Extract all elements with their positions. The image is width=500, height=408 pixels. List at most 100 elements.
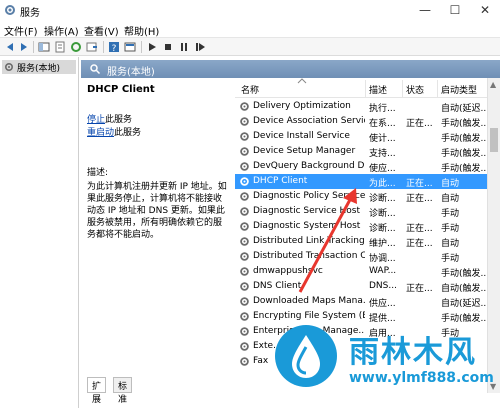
tree-item-services-local[interactable]: 服务(本地) (2, 60, 76, 74)
service-gear-icon (240, 312, 249, 321)
service-name: Encrypting File System (E... (253, 311, 365, 321)
service-gear-icon (240, 357, 249, 366)
service-description: 维护... (369, 239, 396, 249)
forward-icon[interactable] (17, 40, 31, 54)
service-startup-type: 手动(触发... (441, 134, 489, 144)
restart-service-suffix: 此服务 (114, 128, 142, 138)
maximize-button[interactable]: ☐ (440, 0, 470, 20)
service-name-heading: DHCP Client (87, 84, 155, 95)
service-startup-type: 自动(延迟... (441, 299, 489, 309)
stop-icon[interactable] (161, 40, 175, 54)
table-row[interactable]: dmwappushsvc WAP... 手动(触发... (235, 264, 490, 279)
refresh-icon[interactable] (69, 40, 83, 54)
table-row[interactable]: DNS Client DNS... 正在... 自动(触发... (235, 279, 490, 294)
service-status: 正在... (406, 179, 433, 189)
service-startup-type: 手动 (441, 224, 460, 234)
pause-icon[interactable] (177, 40, 191, 54)
window-title: 服务 (20, 8, 40, 19)
svg-text:?: ? (112, 44, 117, 54)
service-name: Device Setup Manager (253, 146, 356, 156)
menu-help[interactable]: 帮助(H) (124, 23, 159, 38)
description-label: 描述: (87, 168, 109, 178)
service-description: 诊断... (369, 209, 396, 219)
table-row[interactable]: Diagnostic Service Host 诊断... 手动 (235, 204, 490, 219)
table-row[interactable]: Diagnostic System Host 诊断... 正在... 手动 (235, 219, 490, 234)
service-description-panel: DHCP Client 停止此服务 重启动此服务 描述: 为此计算机注册并更新 … (87, 82, 232, 377)
toolbar: ? (0, 38, 500, 56)
watermark: 雨林木风 www.ylmf888.com (275, 323, 500, 403)
table-row[interactable]: Distributed Link Tracking... 维护... 正在... 自动 (235, 234, 490, 249)
service-status: 正在... (406, 224, 433, 234)
service-gear-icon (240, 237, 249, 246)
properties-icon[interactable] (53, 40, 67, 54)
table-row[interactable]: Encrypting File System (E... 提供... 手动(触发..… (235, 309, 490, 324)
service-description: 诊断... (369, 194, 396, 204)
service-gear-icon (240, 102, 249, 111)
table-row[interactable]: Delivery Optimization 执行... 自动(延迟... (235, 99, 490, 114)
service-description: 执行... (369, 104, 396, 114)
column-divider (402, 80, 403, 98)
console-tree-icon[interactable] (37, 40, 51, 54)
service-name: Distributed Link Tracking... (253, 236, 365, 246)
menu-bar: 文件(F) 操作(A) 查看(V) 帮助(H) (0, 20, 500, 38)
table-row[interactable]: DHCP Client 为此... 正在... 自动 (235, 174, 490, 189)
console-tree: 服务(本地) (0, 57, 79, 408)
description-text: 为此计算机注册并更新 IP 地址。如果此服务停止，计算机将不能接收动态 IP 地… (87, 182, 227, 240)
table-row[interactable]: Distributed Transaction C... 协调... 手动 (235, 249, 490, 264)
export-icon[interactable] (85, 40, 99, 54)
close-button[interactable]: ✕ (470, 0, 500, 20)
menu-action[interactable]: 操作(A) (44, 23, 79, 38)
service-name: Device Install Service (253, 131, 350, 141)
restart-service-link[interactable]: 重启动 (87, 128, 114, 138)
service-gear-icon (240, 207, 249, 216)
service-gear-icon (240, 177, 249, 186)
stop-service-suffix: 此服务 (105, 115, 133, 125)
service-description: DNS... (369, 281, 397, 291)
service-startup-type: 自动(延迟... (441, 104, 489, 114)
service-description: 使计... (369, 134, 396, 144)
restart-icon[interactable] (193, 40, 207, 54)
service-gear-icon (240, 267, 249, 276)
raindrop-icon (292, 335, 320, 378)
service-startup-type: 手动 (441, 254, 460, 264)
service-description: 在系... (369, 119, 396, 129)
column-header-status[interactable]: 状态 (406, 83, 424, 96)
play-icon[interactable] (145, 40, 159, 54)
pane-header-title: 服务(本地) (107, 67, 155, 78)
column-header-description[interactable]: 描述 (369, 83, 387, 96)
menu-view[interactable]: 查看(V) (84, 23, 119, 38)
service-description: 供应... (369, 299, 396, 309)
table-row[interactable]: DevQuery Background D... 使应... 手动(触发... (235, 159, 490, 174)
toolbar-divider (33, 41, 34, 53)
back-icon[interactable] (3, 40, 17, 54)
scroll-up-icon[interactable]: ▲ (490, 80, 496, 89)
help-icon[interactable]: ? (107, 40, 121, 54)
service-name: Delivery Optimization (253, 101, 351, 111)
tree-item-label: 服务(本地) (17, 64, 61, 74)
tab-extended[interactable]: 扩展 (87, 377, 107, 405)
service-gear-icon (240, 342, 249, 351)
column-header-startup-type[interactable]: 启动类型 (441, 83, 477, 96)
minimize-button[interactable]: — (410, 0, 440, 20)
tab-standard[interactable]: 标准 (113, 377, 133, 405)
search-icon (90, 64, 101, 75)
service-name: DNS Client (253, 281, 302, 291)
service-name: Distributed Transaction C... (253, 251, 365, 261)
service-description: 为此... (369, 179, 396, 189)
watermark-brand: 雨林木风 (349, 335, 477, 370)
sort-up-icon (297, 78, 307, 84)
table-row[interactable]: Device Setup Manager 支持... 手动(触发... (235, 144, 490, 159)
service-name: DevQuery Background D... (253, 161, 365, 171)
service-startup-type: 自动 (441, 179, 460, 189)
service-description: 使应... (369, 164, 396, 174)
service-gear-icon (240, 147, 249, 156)
table-row[interactable]: Downloaded Maps Mana... 供应... 自动(延迟... (235, 294, 490, 309)
table-row[interactable]: Diagnostic Policy Service 诊断... 正在... 自动 (235, 189, 490, 204)
column-header-name[interactable]: 名称 (241, 83, 259, 96)
table-row[interactable]: Device Association Service 在系... 正在... 手动(触… (235, 114, 490, 129)
stop-service-link[interactable]: 停止 (87, 115, 105, 125)
scrollbar-thumb[interactable] (490, 128, 498, 152)
menu-file[interactable]: 文件(F) (4, 23, 38, 38)
view-icon[interactable] (123, 40, 137, 54)
table-row[interactable]: Device Install Service 使计... 手动(触发... (235, 129, 490, 144)
